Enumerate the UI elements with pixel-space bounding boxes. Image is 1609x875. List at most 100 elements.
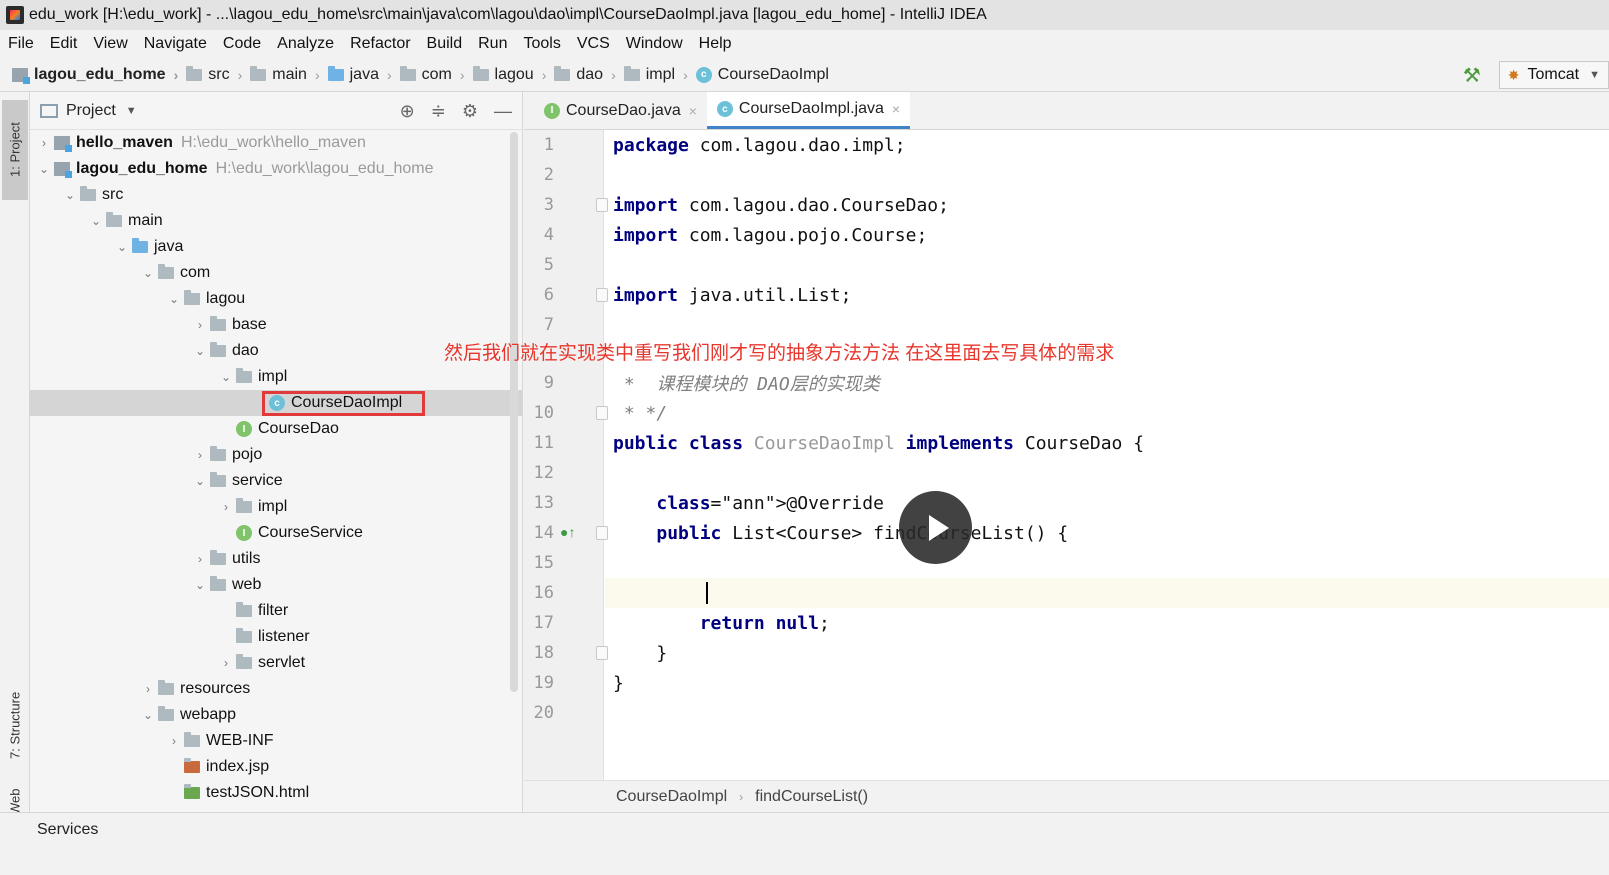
chevron-down-icon[interactable]: ⌄ xyxy=(190,474,210,488)
breadcrumb-class[interactable]: c CourseDaoImpl xyxy=(695,66,829,84)
chevron-down-icon[interactable]: ⌄ xyxy=(216,370,236,384)
code-line[interactable]: * 课程模块的 DAO层的实现类 xyxy=(605,368,1609,398)
tab-coursedaoimpl-java[interactable]: c CourseDaoImpl.java × xyxy=(706,92,911,129)
tree-item[interactable]: ⌄ src xyxy=(30,182,522,208)
code-line[interactable]: return null; xyxy=(605,608,1609,638)
menu-navigate[interactable]: Navigate xyxy=(144,35,207,53)
tree-item[interactable]: ⌄ com xyxy=(30,260,522,286)
tree-item[interactable]: ⌄ lagou xyxy=(30,286,522,312)
chevron-down-icon[interactable]: ⌄ xyxy=(86,214,106,228)
tree-item[interactable]: › utils xyxy=(30,546,522,572)
chevron-down-icon[interactable]: ⌄ xyxy=(34,162,54,176)
code-line[interactable]: import java.util.List; xyxy=(605,280,1609,310)
tab-coursedao-java[interactable]: I CourseDao.java × xyxy=(534,92,707,129)
breadcrumb-com[interactable]: com › xyxy=(399,65,473,84)
chevron-right-icon[interactable]: › xyxy=(34,136,54,150)
code-line[interactable] xyxy=(605,578,1609,608)
tree-item[interactable]: ⌄ webapp xyxy=(30,702,522,728)
menu-analyze[interactable]: Analyze xyxy=(277,35,334,53)
chevron-down-icon[interactable]: ⌄ xyxy=(60,188,80,202)
tree-item[interactable]: ⌄ main xyxy=(30,208,522,234)
tree-item[interactable]: ⌄ service xyxy=(30,468,522,494)
menu-code[interactable]: Code xyxy=(223,35,261,53)
menu-view[interactable]: View xyxy=(93,35,127,53)
chevron-right-icon[interactable]: › xyxy=(216,500,236,514)
code-line[interactable]: * */ xyxy=(605,398,1609,428)
tree-item[interactable]: ⌄ lagou_edu_home H:\edu_work\lagou_edu_hom… xyxy=(30,156,522,182)
tree-item[interactable]: › WEB-INF xyxy=(30,728,522,754)
tree-item[interactable]: › hello_maven H:\edu_work\hello_maven xyxy=(30,130,522,156)
project-panel-title[interactable]: Project xyxy=(66,102,116,120)
tool-tab-structure[interactable]: 7: Structure xyxy=(2,670,28,780)
video-play-button[interactable] xyxy=(899,491,972,564)
code-line[interactable] xyxy=(605,250,1609,280)
tree-item[interactable]: index.jsp xyxy=(30,754,522,780)
tree-item[interactable]: ⌄ java xyxy=(30,234,522,260)
collapse-all-icon[interactable]: ≑ xyxy=(431,101,446,122)
code-line[interactable]: package com.lagou.dao.impl; xyxy=(605,130,1609,160)
minimize-icon[interactable]: — xyxy=(494,101,512,122)
code-line[interactable]: } xyxy=(605,668,1609,698)
chevron-right-icon[interactable]: › xyxy=(138,682,158,696)
breadcrumb-impl[interactable]: impl › xyxy=(623,65,696,84)
menu-tools[interactable]: Tools xyxy=(523,35,560,53)
implements-method-icon[interactable]: ●↑ xyxy=(560,524,575,540)
close-icon[interactable]: × xyxy=(689,103,697,119)
tree-item[interactable]: filter xyxy=(30,598,522,624)
tree-item[interactable]: › pojo xyxy=(30,442,522,468)
code-line[interactable]: public class CourseDaoImpl implements Co… xyxy=(605,428,1609,458)
code-line[interactable]: import com.lagou.dao.CourseDao; xyxy=(605,190,1609,220)
build-hammer-icon[interactable]: ⚒ xyxy=(1463,63,1481,88)
chevron-right-icon[interactable]: › xyxy=(216,656,236,670)
tree-item[interactable]: listener xyxy=(30,624,522,650)
locate-crosshair-icon[interactable]: ⊕ xyxy=(400,101,415,122)
menu-window[interactable]: Window xyxy=(626,35,683,53)
chevron-down-icon[interactable]: ⌄ xyxy=(138,708,158,722)
editor-breadcrumb-method[interactable]: findCourseList() xyxy=(755,788,868,806)
code-line[interactable] xyxy=(605,548,1609,578)
breadcrumb-main[interactable]: main › xyxy=(250,65,327,84)
menu-refactor[interactable]: Refactor xyxy=(350,35,410,53)
code-line[interactable] xyxy=(605,458,1609,488)
code-line[interactable]: } xyxy=(605,638,1609,668)
tree-item[interactable]: › base xyxy=(30,312,522,338)
code-line[interactable] xyxy=(605,698,1609,728)
chevron-right-icon[interactable]: › xyxy=(190,448,210,462)
line-number-gutter[interactable]: 1 2 3 4 5 6 7 9 10 11 12 13 14 ●↑ 15 16 17 18 19 20 xyxy=(524,130,608,780)
code-line[interactable] xyxy=(605,160,1609,190)
menu-vcs[interactable]: VCS xyxy=(577,35,610,53)
chevron-down-icon[interactable]: ⌄ xyxy=(164,292,184,306)
code-line[interactable]: import com.lagou.pojo.Course; xyxy=(605,220,1609,250)
code-area[interactable]: package com.lagou.dao.impl; import com.la… xyxy=(605,130,1609,780)
tree-item[interactable]: testJSON.html xyxy=(30,780,522,806)
code-line[interactable]: public List<Course> findCourseList() { xyxy=(605,518,1609,548)
chevron-right-icon[interactable]: › xyxy=(190,552,210,566)
tree-item[interactable]: › servlet xyxy=(30,650,522,676)
services-tab[interactable]: Services xyxy=(37,821,98,839)
breadcrumb-dao[interactable]: dao › xyxy=(554,65,623,84)
tree-item[interactable]: ⌄ web xyxy=(30,572,522,598)
breadcrumb-project[interactable]: lagou_edu_home › xyxy=(12,66,186,84)
close-icon[interactable]: × xyxy=(892,101,900,117)
code-line[interactable]: class="ann">@Override xyxy=(605,488,1609,518)
menu-edit[interactable]: Edit xyxy=(50,35,78,53)
menu-run[interactable]: Run xyxy=(478,35,507,53)
breadcrumb-java[interactable]: java › xyxy=(327,65,400,84)
chevron-down-icon[interactable]: ⌄ xyxy=(190,344,210,358)
tree-item[interactable]: I CourseService xyxy=(30,520,522,546)
breadcrumb-src[interactable]: src › xyxy=(186,65,250,84)
editor-breadcrumb-class[interactable]: CourseDaoImpl xyxy=(616,788,727,806)
gear-icon[interactable]: ⚙ xyxy=(462,101,478,122)
chevron-right-icon[interactable]: › xyxy=(164,734,184,748)
tool-tab-web[interactable]: Web xyxy=(2,789,28,816)
chevron-down-icon[interactable]: ⌄ xyxy=(190,578,210,592)
chevron-down-icon[interactable]: ⌄ xyxy=(112,240,132,254)
tree-item[interactable]: c CourseDaoImpl xyxy=(30,390,522,416)
tree-item[interactable]: ⌄ impl xyxy=(30,364,522,390)
tree-item[interactable]: › resources xyxy=(30,676,522,702)
tree-item[interactable]: I CourseDao xyxy=(30,416,522,442)
tree-item[interactable]: › impl xyxy=(30,494,522,520)
chevron-right-icon[interactable]: › xyxy=(190,318,210,332)
breadcrumb-lagou[interactable]: lagou › xyxy=(472,65,555,84)
project-scrollbar[interactable] xyxy=(510,132,518,692)
